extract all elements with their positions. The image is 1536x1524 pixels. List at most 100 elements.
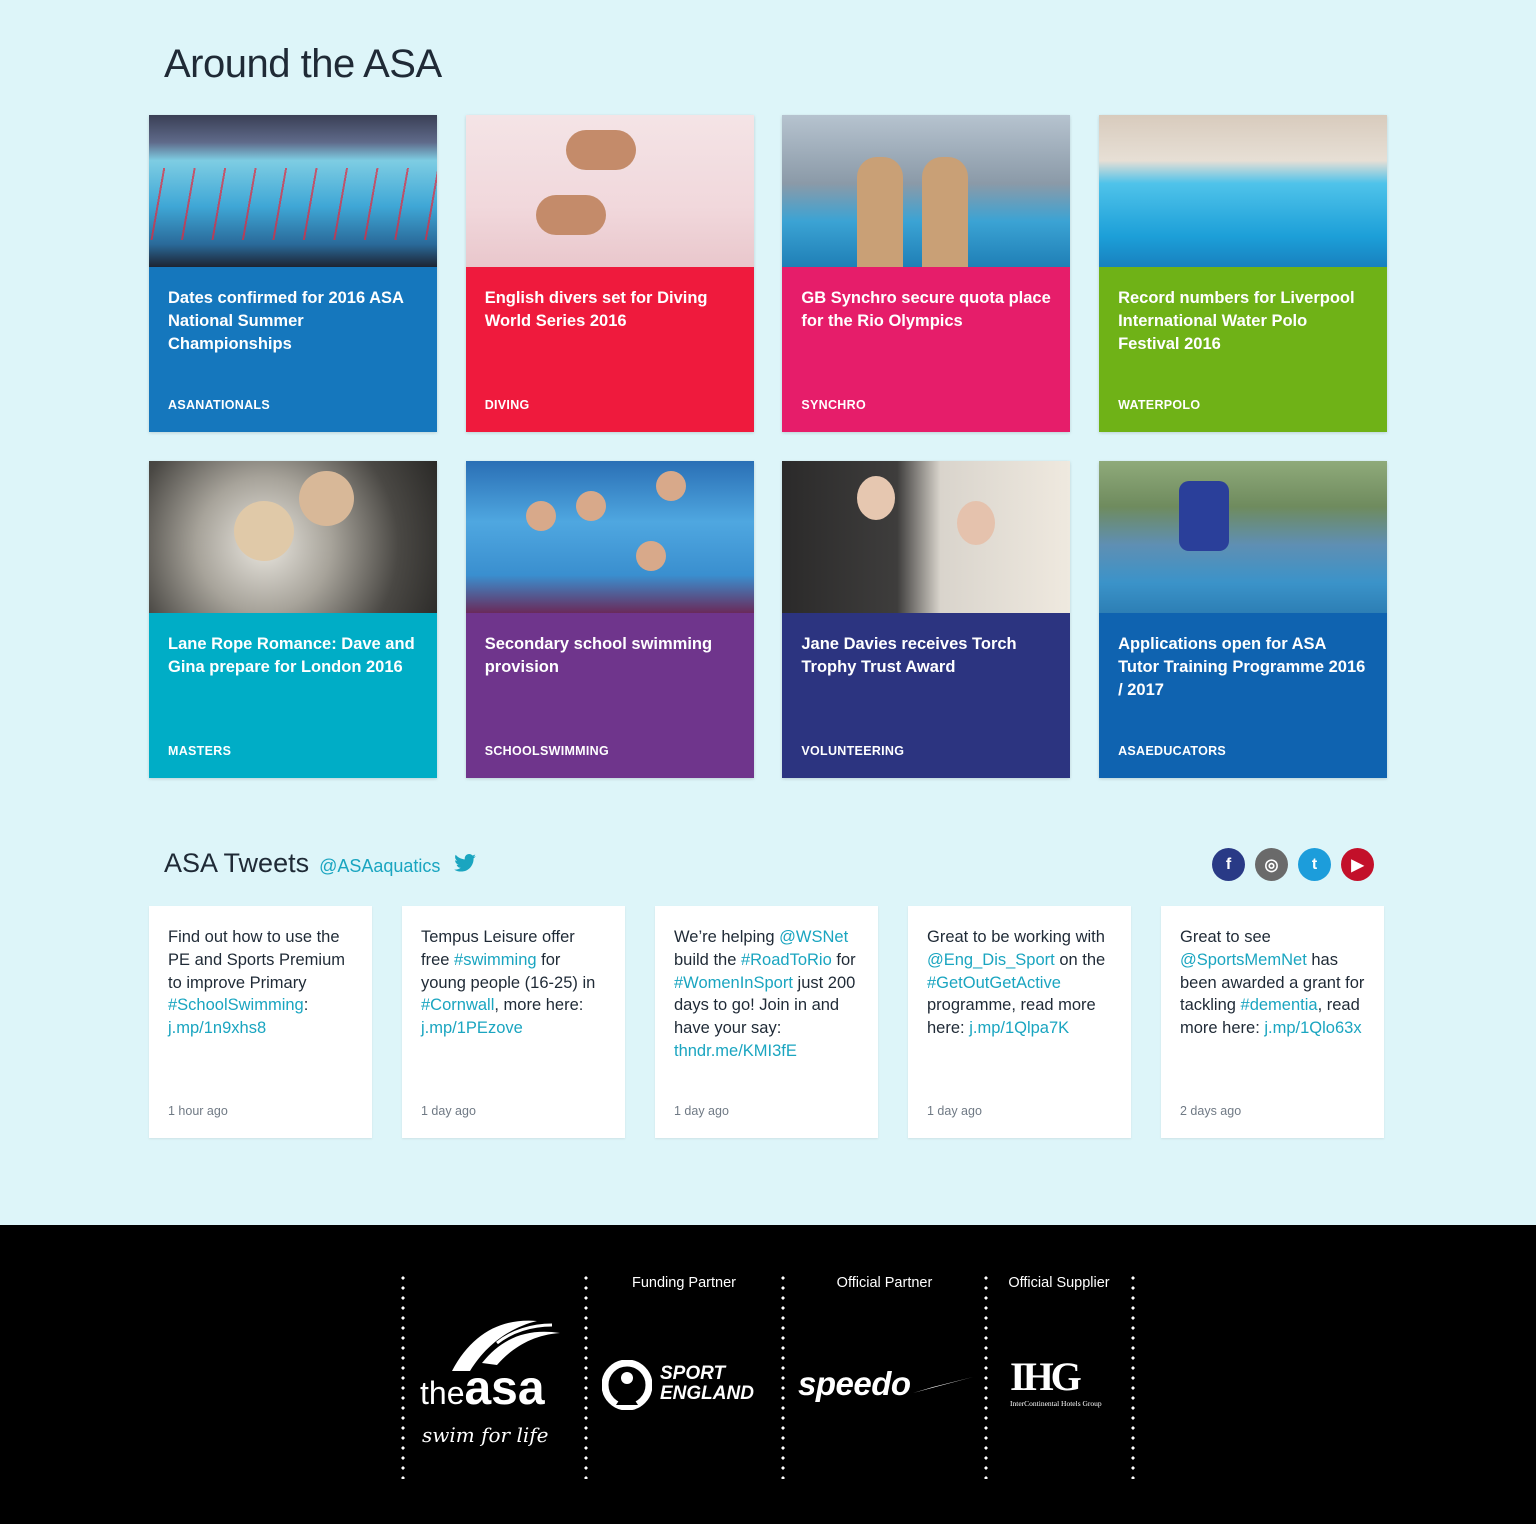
news-photo: [1099, 115, 1388, 267]
news-grid: Dates confirmed for 2016 ASA National Su…: [149, 115, 1388, 778]
news-tag[interactable]: SYNCHRO: [801, 398, 866, 412]
tweet-link[interactable]: @SportsMemNet: [1180, 951, 1307, 969]
speedo-boomerang-icon: [913, 1377, 973, 1393]
news-photo: [1099, 461, 1388, 613]
tweet-timestamp: 1 day ago: [674, 1104, 729, 1118]
tweet-link[interactable]: @WSNet: [779, 928, 848, 946]
news-tag[interactable]: VOLUNTEERING: [801, 744, 904, 758]
news-title[interactable]: Secondary school swimming provision: [485, 633, 735, 679]
twitter-icon[interactable]: t: [1298, 848, 1331, 881]
news-card[interactable]: GB Synchro secure quota place for the Ri…: [782, 115, 1071, 432]
asa-logo-tagline: swim for life: [422, 1423, 549, 1447]
tweet-link[interactable]: @Eng_Dis_Sport: [927, 951, 1055, 969]
facebook-icon[interactable]: f: [1212, 848, 1245, 881]
news-card-body: GB Synchro secure quota place for the Ri…: [782, 267, 1071, 432]
tweet-text-segment: We’re helping: [674, 928, 780, 946]
footer-divider: [984, 1273, 988, 1479]
tweet-text: Tempus Leisure offer free #swimming for …: [421, 926, 606, 1040]
news-title[interactable]: Applications open for ASA Tutor Training…: [1118, 633, 1368, 702]
news-photo: [149, 461, 437, 613]
asa-logo-asa: asa: [464, 1362, 545, 1415]
news-photo: [465, 461, 754, 613]
tweet-timestamp: 1 day ago: [421, 1104, 476, 1118]
news-card[interactable]: English divers set for Diving World Seri…: [465, 115, 754, 432]
tweet-card: Great to see @SportsMemNet has been awar…: [1161, 906, 1384, 1138]
tweet-text: Great to be working with @Eng_Dis_Sport …: [927, 926, 1112, 1040]
tweet-text-segment: build the: [674, 950, 741, 969]
news-card[interactable]: Secondary school swimming provision SCHOO…: [465, 461, 754, 778]
sport-england-logo[interactable]: SPORT ENGLAND: [602, 1360, 772, 1415]
news-tag[interactable]: DIVING: [485, 398, 530, 412]
news-photo: [149, 115, 437, 267]
tweet-link[interactable]: #Cornwall: [421, 996, 494, 1014]
footer-divider: [584, 1273, 588, 1479]
tweets-list: Find out how to use the PE and Sports Pr…: [149, 906, 1384, 1138]
youtube-icon[interactable]: ▶: [1341, 848, 1374, 881]
news-title[interactable]: Record numbers for Liverpool Internation…: [1118, 287, 1368, 356]
tweet-text-segment: Great to see: [1180, 928, 1271, 946]
social-icons: f ◎ t ▶: [1212, 848, 1374, 881]
news-card-body: Secondary school swimming provision SCHOO…: [465, 613, 754, 778]
tweet-link[interactable]: #WomenInSport: [674, 974, 793, 992]
speedo-text: speedo: [798, 1365, 911, 1402]
official-partner-label: Official Partner: [836, 1275, 933, 1291]
news-card[interactable]: Jane Davies receives Torch Trophy Trust …: [782, 461, 1071, 778]
tweet-timestamp: 1 day ago: [927, 1104, 982, 1118]
section-title: Around the ASA: [164, 42, 442, 86]
news-card[interactable]: Lane Rope Romance: Dave and Gina prepare…: [149, 461, 437, 778]
news-photo: [782, 461, 1071, 613]
tweet-link[interactable]: #RoadToRio: [741, 951, 832, 969]
news-tag[interactable]: SCHOOLSWIMMING: [485, 744, 609, 758]
news-tag[interactable]: MASTERS: [168, 744, 231, 758]
news-card[interactable]: Dates confirmed for 2016 ASA National Su…: [149, 115, 437, 432]
tweet-link[interactable]: j.mp/1PEzove: [421, 1019, 523, 1037]
tweet-link[interactable]: j.mp/1Qlpa7K: [969, 1019, 1069, 1037]
tweets-handle-link[interactable]: @ASAaquatics: [319, 856, 440, 877]
tweet-timestamp: 1 hour ago: [168, 1104, 228, 1118]
tweet-card: Great to be working with @Eng_Dis_Sport …: [908, 906, 1131, 1138]
tweet-link[interactable]: #swimming: [454, 951, 537, 969]
tweet-link[interactable]: #GetOutGetActive: [927, 974, 1061, 992]
footer-divider: [401, 1273, 405, 1479]
tweets-header: ASA Tweets @ASAaquatics: [164, 848, 477, 879]
news-title[interactable]: Lane Rope Romance: Dave and Gina prepare…: [168, 633, 418, 679]
tweet-card: Tempus Leisure offer free #swimming for …: [402, 906, 625, 1138]
news-card-body: Jane Davies receives Torch Trophy Trust …: [782, 613, 1071, 778]
footer-divider: [781, 1273, 785, 1479]
news-card-body: Applications open for ASA Tutor Training…: [1099, 613, 1388, 778]
footer-divider: [1131, 1273, 1135, 1479]
instagram-icon[interactable]: ◎: [1255, 848, 1288, 881]
tweet-link[interactable]: thndr.me/KMI3fE: [674, 1042, 797, 1060]
tweet-link[interactable]: #SchoolSwimming: [168, 996, 304, 1014]
funding-partner-label: Funding Partner: [632, 1275, 736, 1291]
tweet-text-segment: :: [303, 996, 309, 1015]
news-title[interactable]: GB Synchro secure quota place for the Ri…: [801, 287, 1051, 333]
news-tag[interactable]: ASANATIONALS: [168, 398, 270, 412]
news-photo: [465, 115, 754, 267]
news-card[interactable]: Record numbers for Liverpool Internation…: [1099, 115, 1388, 432]
tweet-link[interactable]: #dementia: [1241, 996, 1318, 1014]
tweet-timestamp: 2 days ago: [1180, 1104, 1242, 1118]
news-card[interactable]: Applications open for ASA Tutor Training…: [1099, 461, 1388, 778]
ihg-subtext: InterContinental Hotels Group: [1010, 1399, 1102, 1408]
asa-logo-the: the: [420, 1375, 465, 1411]
official-supplier-label: Official Supplier: [1008, 1275, 1110, 1291]
tweet-text-segment: on the: [1054, 950, 1106, 969]
tweet-link[interactable]: j.mp/1n9xhs8: [168, 1019, 266, 1037]
news-card-body: Dates confirmed for 2016 ASA National Su…: [149, 267, 437, 432]
news-title[interactable]: Dates confirmed for 2016 ASA National Su…: [168, 287, 418, 356]
news-photo: [782, 115, 1071, 267]
ihg-text: IHG: [1010, 1354, 1082, 1399]
speedo-logo[interactable]: speedo: [798, 1365, 978, 1410]
asa-logo[interactable]: theasa swim for life: [420, 1313, 570, 1447]
tweet-card: Find out how to use the PE and Sports Pr…: [149, 906, 372, 1138]
ihg-logo[interactable]: IHG InterContinental Hotels Group: [1010, 1357, 1120, 1417]
news-tag[interactable]: ASAEDUCATORS: [1118, 744, 1226, 758]
tweet-link[interactable]: j.mp/1Qlo63x: [1264, 1019, 1361, 1037]
news-tag[interactable]: WATERPOLO: [1118, 398, 1200, 412]
news-title[interactable]: English divers set for Diving World Seri…: [485, 287, 735, 333]
news-card-body: English divers set for Diving World Seri…: [465, 267, 754, 432]
twitter-bird-icon: [454, 854, 477, 872]
tweet-text-segment: for: [831, 950, 856, 969]
news-title[interactable]: Jane Davies receives Torch Trophy Trust …: [801, 633, 1051, 679]
